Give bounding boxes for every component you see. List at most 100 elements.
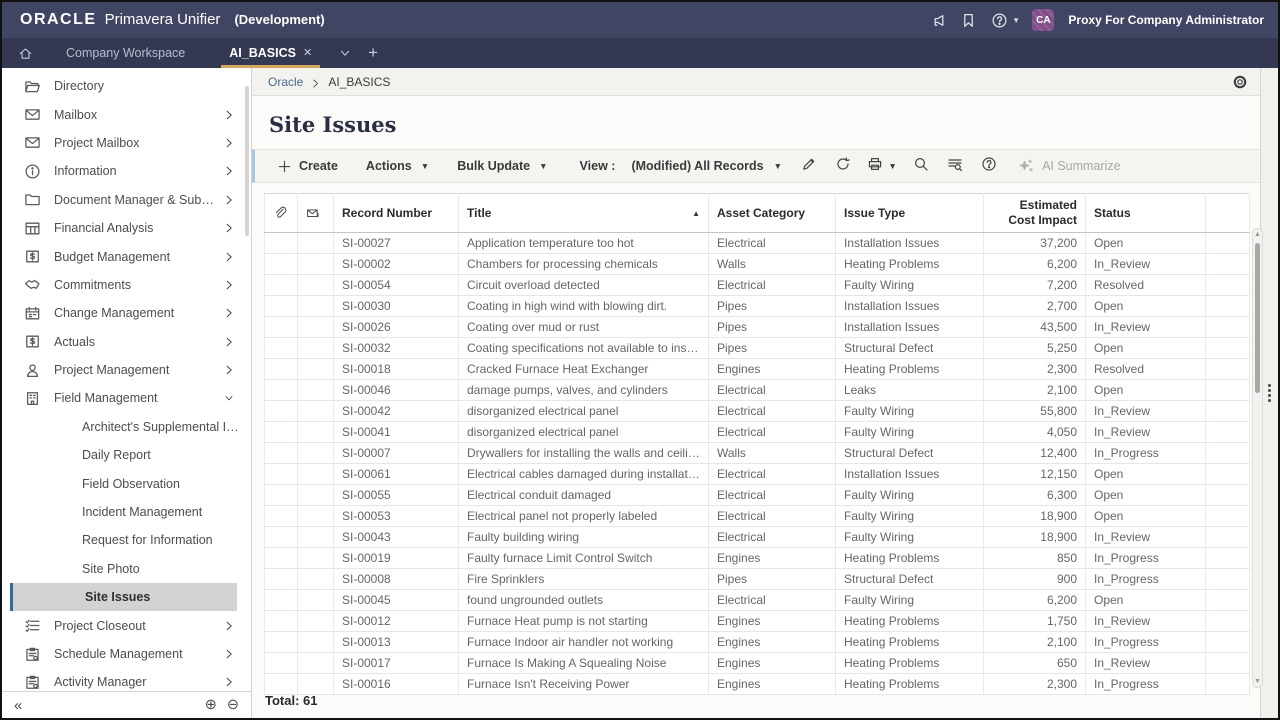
record-number-cell[interactable]: SI-00019: [334, 548, 459, 569]
title-cell[interactable]: found ungrounded outlets: [459, 590, 709, 611]
issue-type-cell[interactable]: Faulty Wiring: [836, 506, 984, 527]
issue-type-cell[interactable]: Heating Problems: [836, 254, 984, 275]
issue-type-cell[interactable]: Heating Problems: [836, 611, 984, 632]
issue-type-cell[interactable]: Faulty Wiring: [836, 527, 984, 548]
sidebar-item-change-management[interactable]: Change Management: [2, 299, 251, 327]
cost-impact-cell[interactable]: 6,200: [984, 590, 1086, 611]
table-row[interactable]: SI-00026Coating over mud or rustPipesIns…: [265, 317, 1250, 338]
cost-impact-cell[interactable]: 4,050: [984, 422, 1086, 443]
status-cell[interactable]: In_Review: [1086, 611, 1206, 632]
cost-impact-cell[interactable]: 850: [984, 548, 1086, 569]
sidebar-scrollbar[interactable]: [245, 86, 249, 236]
table-row[interactable]: SI-00046damage pumps, valves, and cylind…: [265, 380, 1250, 401]
bulk-update-button[interactable]: Bulk Update ▼: [445, 150, 559, 182]
title-cell[interactable]: Coating in high wind with blowing dirt.: [459, 296, 709, 317]
sidebar-item-architect-s-supplemental-instruc[interactable]: Architect's Supplemental Instruc...: [2, 413, 251, 441]
sidebar-item-site-issues[interactable]: Site Issues: [10, 583, 237, 611]
cost-impact-cell[interactable]: 2,300: [984, 359, 1086, 380]
home-icon[interactable]: [12, 38, 38, 68]
issue-type-cell[interactable]: Structural Defect: [836, 338, 984, 359]
status-cell[interactable]: In_Progress: [1086, 443, 1206, 464]
title-cell[interactable]: damage pumps, valves, and cylinders: [459, 380, 709, 401]
title-cell[interactable]: disorganized electrical panel: [459, 422, 709, 443]
record-number-cell[interactable]: SI-00041: [334, 422, 459, 443]
status-cell[interactable]: In_Progress: [1086, 548, 1206, 569]
tab-company-workspace[interactable]: Company Workspace: [44, 38, 211, 68]
status-cell[interactable]: Open: [1086, 590, 1206, 611]
issue-type-cell[interactable]: Faulty Wiring: [836, 275, 984, 296]
record-number-cell[interactable]: SI-00043: [334, 527, 459, 548]
sidebar-item-budget-management[interactable]: Budget Management: [2, 242, 251, 270]
asset-category-cell[interactable]: Electrical: [709, 527, 836, 548]
table-row[interactable]: SI-00054Circuit overload detectedElectri…: [265, 275, 1250, 296]
title-cell[interactable]: Furnace Heat pump is not starting: [459, 611, 709, 632]
issue-type-cell[interactable]: Heating Problems: [836, 359, 984, 380]
column-header-issue[interactable]: Issue Type: [836, 194, 984, 233]
title-cell[interactable]: Furnace Is Making A Squealing Noise: [459, 653, 709, 674]
issue-type-cell[interactable]: Faulty Wiring: [836, 401, 984, 422]
zoom-out-icon[interactable]: ⊖: [227, 697, 239, 713]
table-row[interactable]: SI-00042disorganized electrical panelEle…: [265, 401, 1250, 422]
asset-category-cell[interactable]: Electrical: [709, 464, 836, 485]
toolbar-help-button[interactable]: [974, 150, 1004, 182]
issue-type-cell[interactable]: Faulty Wiring: [836, 422, 984, 443]
status-cell[interactable]: Resolved: [1086, 359, 1206, 380]
sidebar-item-actuals[interactable]: Actuals: [2, 328, 251, 356]
chevron-right-icon[interactable]: [223, 279, 235, 291]
status-cell[interactable]: Open: [1086, 380, 1206, 401]
chevron-right-icon[interactable]: [223, 109, 235, 121]
column-header-mailflag[interactable]: [298, 194, 334, 233]
status-cell[interactable]: In_Progress: [1086, 569, 1206, 590]
avatar[interactable]: CA: [1032, 9, 1054, 31]
table-row[interactable]: SI-00043Faulty building wiringElectrical…: [265, 527, 1250, 548]
collapse-sidebar-icon[interactable]: «: [14, 697, 22, 714]
status-cell[interactable]: Open: [1086, 485, 1206, 506]
asset-category-cell[interactable]: Electrical: [709, 233, 836, 254]
status-cell[interactable]: In_Review: [1086, 527, 1206, 548]
chevron-right-icon[interactable]: [223, 307, 235, 319]
ai-summarize-button[interactable]: AI Summarize: [1018, 158, 1121, 174]
record-number-cell[interactable]: SI-00026: [334, 317, 459, 338]
status-cell[interactable]: Open: [1086, 338, 1206, 359]
cost-impact-cell[interactable]: 18,900: [984, 527, 1086, 548]
record-number-cell[interactable]: SI-00017: [334, 653, 459, 674]
table-row[interactable]: SI-00032Coating specifications not avail…: [265, 338, 1250, 359]
table-row[interactable]: SI-00045found ungrounded outletsElectric…: [265, 590, 1250, 611]
asset-category-cell[interactable]: Engines: [709, 611, 836, 632]
status-cell[interactable]: In_Progress: [1086, 632, 1206, 653]
sidebar-item-request-for-information[interactable]: Request for Information: [2, 526, 251, 554]
scroll-up-icon[interactable]: ▲: [1253, 231, 1262, 238]
sidebar-item-information[interactable]: Information: [2, 157, 251, 185]
sidebar-item-field-management[interactable]: Field Management: [2, 384, 251, 412]
tab-close-icon[interactable]: ✕: [303, 48, 312, 59]
title-cell[interactable]: Faulty building wiring: [459, 527, 709, 548]
issue-type-cell[interactable]: Installation Issues: [836, 233, 984, 254]
settings-gear-icon[interactable]: [1232, 74, 1248, 90]
issue-type-cell[interactable]: Faulty Wiring: [836, 590, 984, 611]
breadcrumb-root-link[interactable]: Oracle: [268, 75, 303, 89]
chevron-right-icon[interactable]: [223, 251, 235, 263]
issue-type-cell[interactable]: Heating Problems: [836, 653, 984, 674]
issue-type-cell[interactable]: Structural Defect: [836, 443, 984, 464]
cost-impact-cell[interactable]: 2,100: [984, 380, 1086, 401]
status-cell[interactable]: Open: [1086, 296, 1206, 317]
sidebar-item-incident-management[interactable]: Incident Management: [2, 498, 251, 526]
tab-list-caret-icon[interactable]: [338, 46, 352, 60]
table-row[interactable]: SI-00008Fire SprinklersPipesStructural D…: [265, 569, 1250, 590]
asset-category-cell[interactable]: Electrical: [709, 401, 836, 422]
asset-category-cell[interactable]: Electrical: [709, 485, 836, 506]
record-number-cell[interactable]: SI-00013: [334, 632, 459, 653]
chevron-right-icon[interactable]: [223, 676, 235, 688]
table-row[interactable]: SI-00002Chambers for processing chemical…: [265, 254, 1250, 275]
sidebar-item-project-closeout[interactable]: Project Closeout: [2, 611, 251, 639]
table-row[interactable]: SI-00053Electrical panel not properly la…: [265, 506, 1250, 527]
title-cell[interactable]: Faulty furnace Limit Control Switch: [459, 548, 709, 569]
new-tab-icon[interactable]: +: [368, 43, 378, 63]
table-row[interactable]: SI-00027Application temperature too hotE…: [265, 233, 1250, 254]
title-cell[interactable]: Chambers for processing chemicals: [459, 254, 709, 275]
asset-category-cell[interactable]: Electrical: [709, 422, 836, 443]
asset-category-cell[interactable]: Electrical: [709, 506, 836, 527]
sidebar-item-directory[interactable]: Directory: [2, 72, 251, 100]
status-cell[interactable]: Open: [1086, 506, 1206, 527]
print-button[interactable]: ▼: [862, 150, 902, 182]
